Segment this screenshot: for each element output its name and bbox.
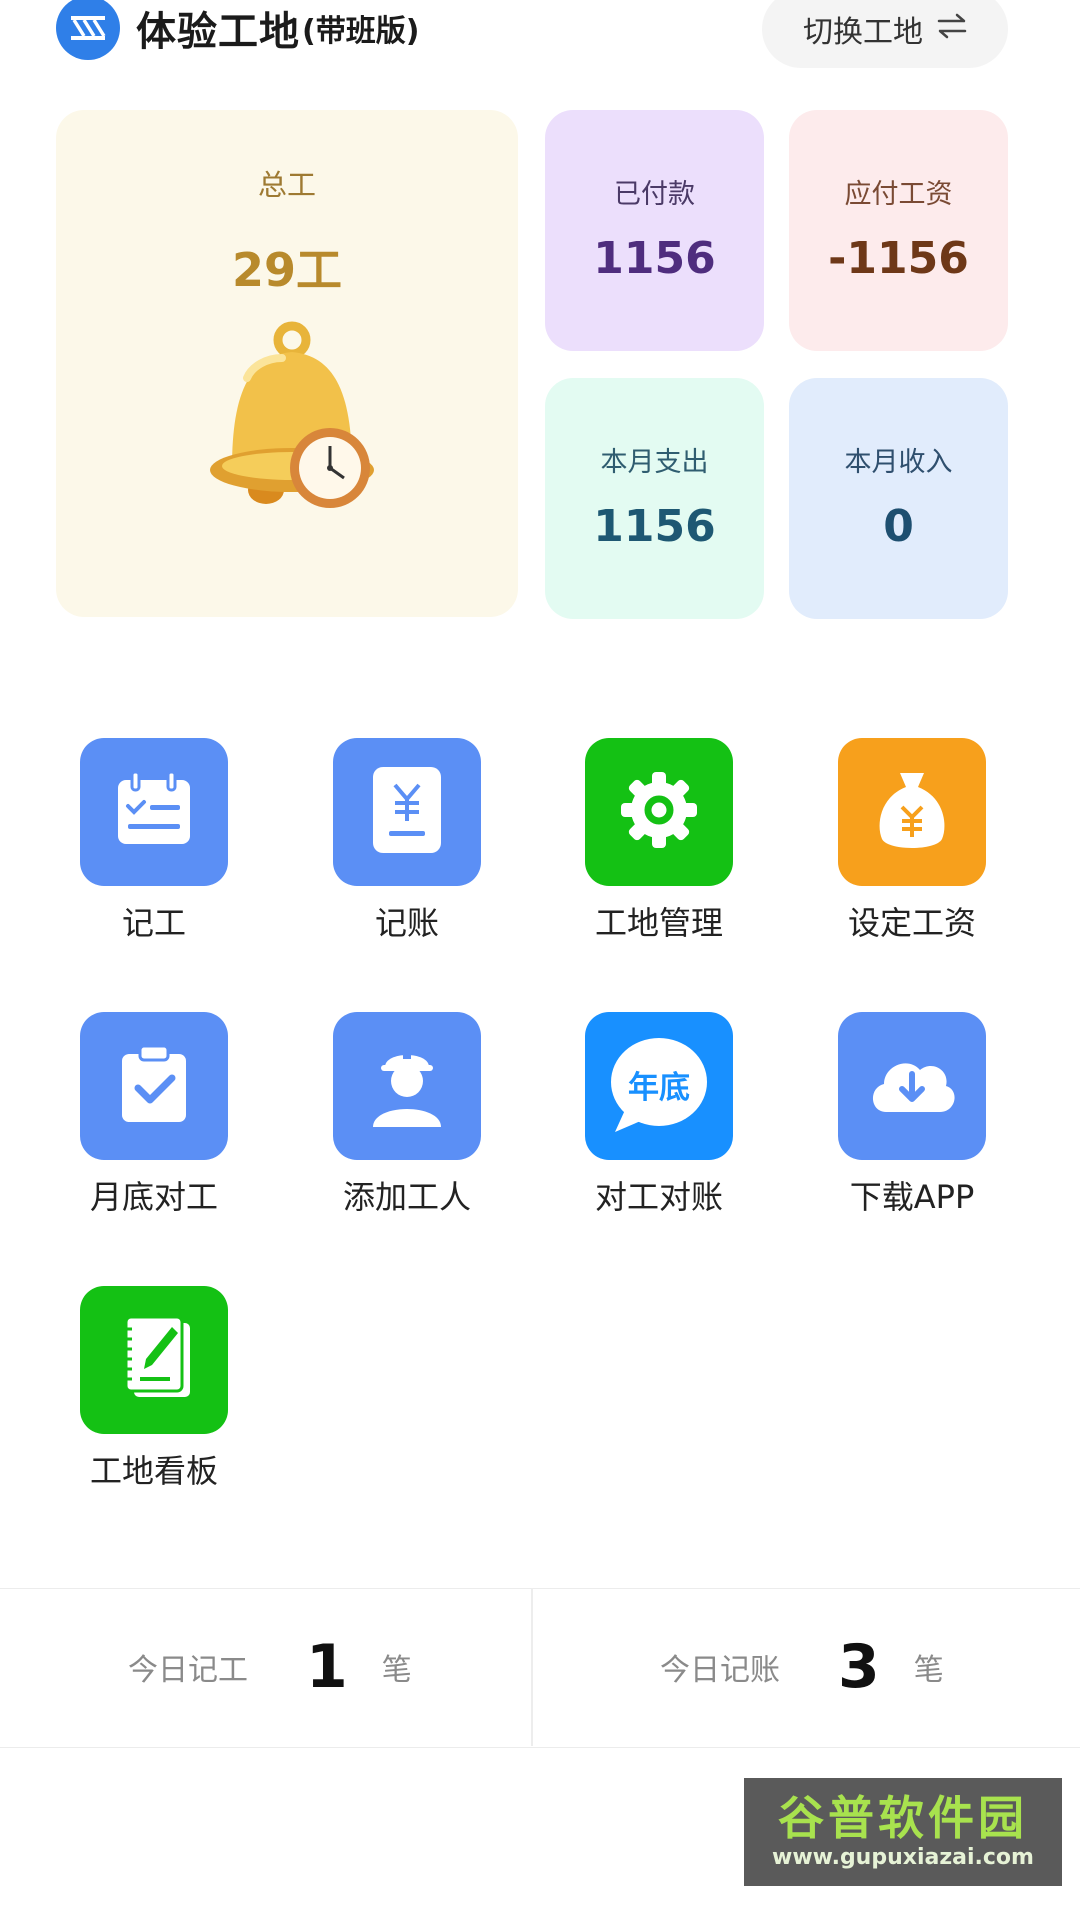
paid-value: 1156 — [593, 233, 716, 284]
wage-due-label: 应付工资 — [844, 179, 953, 210]
switch-site-button[interactable]: 切换工地 — [762, 0, 1008, 68]
month-end-check-button[interactable] — [80, 1012, 228, 1160]
reconcile-button[interactable]: 年底 — [585, 1012, 733, 1160]
month-expense-value: 1156 — [593, 501, 716, 552]
yuan-receipt-icon — [367, 765, 447, 859]
site-board-label: 工地看板 — [89, 1452, 218, 1490]
watermark-url: www.gupuxiazai.com — [772, 1845, 1034, 1870]
site-manage-button[interactable] — [585, 738, 733, 886]
worker-helmet-icon — [365, 1039, 449, 1133]
bookkeeping-label: 记账 — [374, 904, 439, 942]
clipboard-check-icon — [112, 1042, 196, 1130]
record-work-label: 记工 — [121, 904, 186, 942]
notebook-pen-icon — [112, 1313, 196, 1407]
add-worker-label: 添加工人 — [342, 1178, 471, 1216]
download-app-button[interactable] — [838, 1012, 986, 1160]
total-work-value: 29工 — [231, 243, 342, 297]
paid-label: 已付款 — [614, 179, 695, 210]
switch-site-label: 切换工地 — [803, 15, 923, 50]
today-work-label: 今日记工 — [128, 1653, 248, 1688]
bookkeeping-button[interactable] — [333, 738, 481, 886]
today-work-unit: 笔 — [381, 1653, 412, 1688]
month-end-check-label: 月底对工 — [89, 1178, 218, 1216]
month-expense-label: 本月支出 — [600, 447, 709, 478]
set-wage-label: 设定工资 — [847, 904, 976, 942]
chat-bubble-icon: 年底 — [607, 1036, 711, 1136]
calendar-check-icon — [112, 768, 196, 856]
set-wage-button[interactable] — [838, 738, 986, 886]
today-account-unit: 笔 — [913, 1653, 944, 1688]
page-title: 体验工地 (带班版) — [136, 0, 419, 56]
site-name: 体验工地 — [136, 9, 300, 55]
total-work-card[interactable]: 总工 29工 — [56, 110, 518, 617]
download-app-label: 下载APP — [849, 1178, 975, 1216]
swap-arrows-icon — [937, 12, 967, 47]
reconcile-label: 对工对账 — [594, 1178, 723, 1216]
watermark-title: 谷普软件园 — [778, 1791, 1028, 1845]
wage-due-value: -1156 — [828, 233, 969, 284]
year-end-badge-text: 年底 — [628, 1070, 690, 1106]
paid-card[interactable]: 已付款 1156 — [545, 110, 764, 351]
edition-label: (带班版) — [302, 14, 420, 49]
money-bag-icon — [870, 765, 954, 859]
bell-clock-icon — [192, 318, 382, 522]
today-account-count: 3 — [838, 1632, 880, 1702]
today-account-stat[interactable]: 今日记账 3 笔 — [660, 1588, 944, 1746]
month-expense-card[interactable]: 本月支出 1156 — [545, 378, 764, 619]
watermark: 谷普软件园 www.gupuxiazai.com — [744, 1778, 1062, 1886]
add-worker-button[interactable] — [333, 1012, 481, 1160]
wage-due-card[interactable]: 应付工资 -1156 — [789, 110, 1008, 351]
month-income-card[interactable]: 本月收入 0 — [789, 378, 1008, 619]
month-income-label: 本月收入 — [844, 447, 953, 478]
stats-divider — [531, 1588, 533, 1746]
site-manage-label: 工地管理 — [594, 904, 723, 942]
month-income-value: 0 — [883, 501, 914, 552]
cloud-download-icon — [864, 1044, 960, 1128]
total-work-label: 总工 — [257, 168, 316, 202]
today-work-stat[interactable]: 今日记工 1 笔 — [128, 1588, 412, 1746]
site-logo-icon — [56, 0, 120, 60]
gear-icon — [617, 768, 701, 856]
today-work-count: 1 — [306, 1632, 348, 1702]
record-work-button[interactable] — [80, 738, 228, 886]
site-board-button[interactable] — [80, 1286, 228, 1434]
today-account-label: 今日记账 — [660, 1653, 780, 1688]
